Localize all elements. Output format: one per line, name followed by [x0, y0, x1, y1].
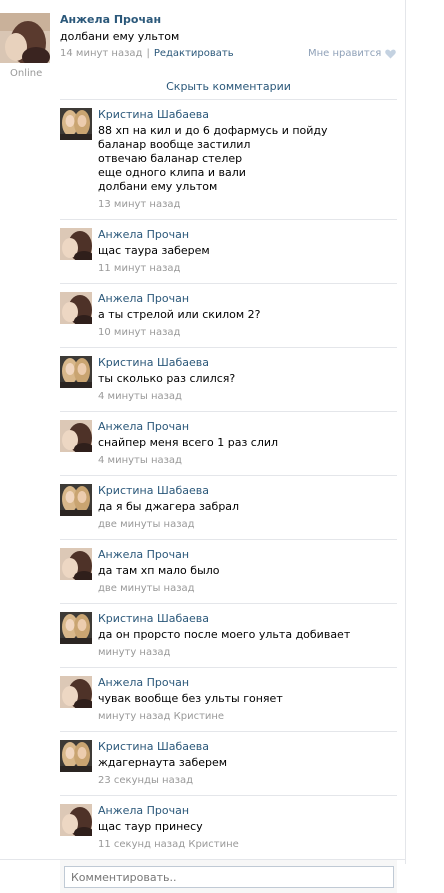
comment-text: да там хп мало было — [98, 564, 220, 577]
comment-author[interactable]: Кристина Шабаева — [98, 356, 397, 370]
post-text: долбани ему ультом — [60, 30, 180, 43]
like-button[interactable]: Мне нравится — [308, 48, 397, 59]
comment-avatar[interactable] — [60, 676, 92, 708]
comment-avatar[interactable] — [60, 484, 92, 516]
comment-text: а ты стрелой или скилом 2? — [98, 308, 261, 321]
comment-avatar[interactable] — [60, 292, 92, 324]
comment-item: Анжела Прочан щас таур принесу 11 секунд… — [60, 795, 397, 859]
comment-avatar[interactable] — [60, 228, 92, 260]
online-status: Online — [10, 68, 43, 79]
comment-author[interactable]: Кристина Шабаева — [98, 612, 397, 626]
post-time[interactable]: 14 минут назад — [60, 48, 142, 59]
comment-meta[interactable]: две минуты назад — [98, 518, 397, 531]
comment-avatar[interactable] — [60, 420, 92, 452]
comment-author[interactable]: Анжела Прочан — [98, 676, 397, 690]
comment-item: Кристина Шабаева да он прорсто после мое… — [60, 603, 397, 667]
comment-input[interactable] — [64, 866, 394, 888]
comment-author[interactable]: Кристина Шабаева — [98, 108, 397, 122]
comment-item: Анжела Прочан а ты стрелой или скилом 2?… — [60, 283, 397, 347]
comment-text: ты сколько раз слился? — [98, 372, 236, 385]
comment-author[interactable]: Кристина Шабаева — [98, 740, 397, 754]
comment-author[interactable]: Кристина Шабаева — [98, 484, 397, 498]
comment-form — [60, 859, 397, 893]
comment-author[interactable]: Анжела Прочан — [98, 228, 397, 242]
comment-avatar[interactable] — [60, 108, 92, 140]
comment-avatar[interactable] — [60, 740, 92, 772]
comment-avatar[interactable] — [60, 548, 92, 580]
column-divider — [405, 0, 406, 864]
comment-item: Анжела Прочан снайпер меня всего 1 раз с… — [60, 411, 397, 475]
comment-meta[interactable]: 4 минуты назад — [98, 390, 397, 403]
post-author-name[interactable]: Анжела Прочан — [60, 13, 161, 26]
comment-item: Кристина Шабаева да я бы джагера забрал … — [60, 475, 397, 539]
comment-item: Анжела Прочан да там хп мало было две ми… — [60, 539, 397, 603]
edit-link[interactable]: Редактировать — [154, 48, 234, 59]
comment-item: Кристина Шабаева ждагернаута заберем 23 … — [60, 731, 397, 795]
comment-author[interactable]: Анжела Прочан — [98, 548, 397, 562]
comment-text: 88 хп на кил и до 6 дофармусь и пойду ба… — [98, 124, 328, 193]
bottom-divider — [0, 859, 405, 860]
comment-item: Кристина Шабаева ты сколько раз слился? … — [60, 347, 397, 411]
post-meta: 14 минут назад | Редактировать — [60, 48, 234, 59]
meta-separator: | — [146, 48, 150, 59]
hide-comments-link[interactable]: Скрыть комментарии — [60, 77, 397, 97]
comment-text: чувак вообще без ульты гоняет — [98, 692, 283, 705]
heart-icon — [385, 49, 397, 58]
comment-author[interactable]: Анжела Прочан — [98, 292, 397, 306]
comments-list: Кристина Шабаева 88 хп на кил и до 6 доф… — [60, 99, 397, 893]
comment-item: Анжела Прочан щас таура заберем 11 минут… — [60, 219, 397, 283]
comment-avatar[interactable] — [60, 804, 92, 836]
comment-text: щас таура заберем — [98, 244, 210, 257]
comment-item: Анжела Прочан чувак вообще без ульты гон… — [60, 667, 397, 731]
comment-avatar[interactable] — [60, 356, 92, 388]
comment-text: снайпер меня всего 1 раз слил — [98, 436, 279, 449]
comment-text: щас таур принесу — [98, 820, 203, 833]
comment-avatar[interactable] — [60, 612, 92, 644]
comment-meta[interactable]: две минуты назад — [98, 582, 397, 595]
comment-meta[interactable]: минуту назад Кристине — [98, 710, 397, 723]
comment-item: Кристина Шабаева 88 хп на кил и до 6 доф… — [60, 99, 397, 219]
comment-author[interactable]: Анжела Прочан — [98, 804, 397, 818]
like-label: Мне нравится — [308, 48, 382, 59]
comment-author[interactable]: Анжела Прочан — [98, 420, 397, 434]
comment-meta[interactable]: 23 секунды назад — [98, 774, 397, 787]
comment-meta[interactable]: минуту назад — [98, 646, 397, 659]
post-author-avatar[interactable] — [0, 13, 50, 63]
comment-meta[interactable]: 10 минут назад — [98, 326, 397, 339]
comment-meta[interactable]: 11 секунд назад Кристине — [98, 838, 397, 851]
comment-text: ждагернаута заберем — [98, 756, 228, 769]
comment-meta[interactable]: 13 минут назад — [98, 198, 397, 211]
comment-text: да он прорсто после моего ульта добивает — [98, 628, 351, 641]
comment-text: да я бы джагера забрал — [98, 500, 240, 513]
comment-meta[interactable]: 4 минуты назад — [98, 454, 397, 467]
comment-meta[interactable]: 11 минут назад — [98, 262, 397, 275]
